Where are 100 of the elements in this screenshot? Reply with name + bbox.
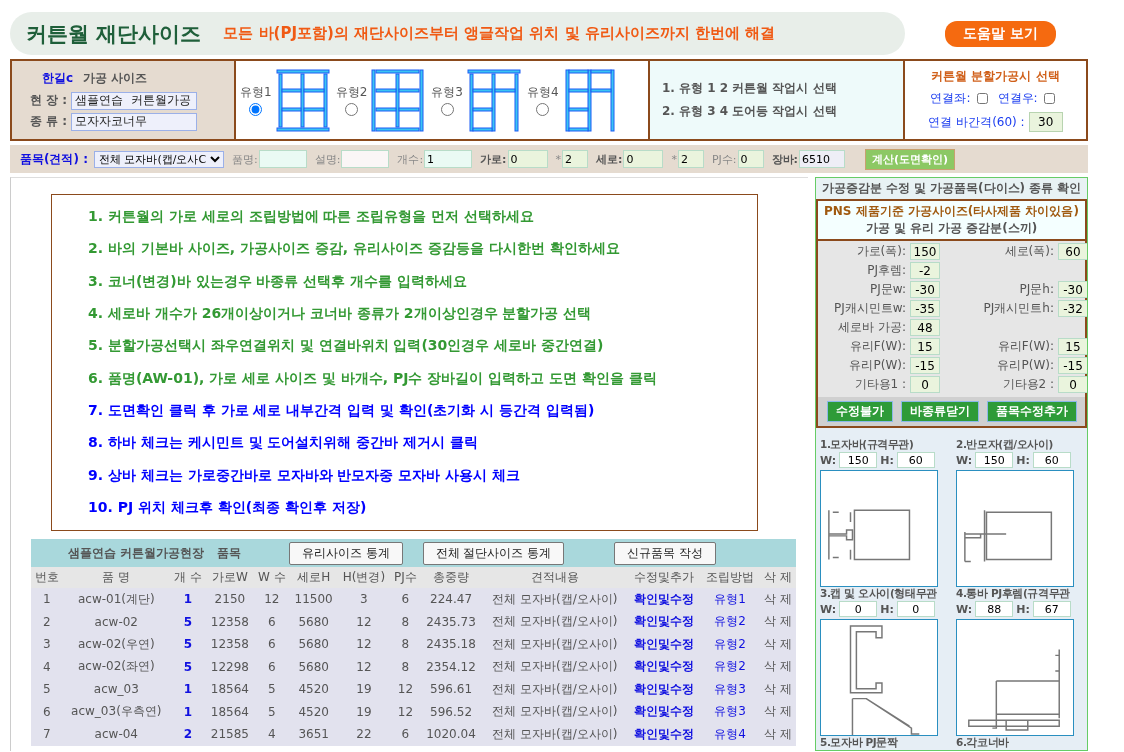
number-field[interactable]: 60 <box>896 452 935 468</box>
number-field[interactable]: 150 <box>839 452 878 468</box>
edit-link[interactable]: 확인및수정 <box>628 588 701 611</box>
number-field[interactable]: -30 <box>1058 281 1087 298</box>
column-header: 견적내용 <box>481 567 629 588</box>
number-field[interactable]: -15 <box>1058 357 1087 374</box>
radio-button[interactable] <box>440 103 454 116</box>
delete-link[interactable]: 삭 제 <box>759 633 796 656</box>
edit-link[interactable]: 확인및수정 <box>628 655 701 678</box>
text-field[interactable]: 0 <box>623 150 664 168</box>
type-link[interactable]: 유형1 <box>700 588 760 611</box>
number-field[interactable]: 150 <box>910 243 940 260</box>
section-heading: 가공 사이즈 <box>83 69 148 87</box>
field-label: 현 장 : <box>30 92 68 109</box>
number-field[interactable]: 0 <box>896 601 935 617</box>
table-cell: 1 <box>31 588 63 611</box>
type-label: 유형3 <box>431 84 463 101</box>
number-field[interactable]: 60 <box>1058 243 1087 260</box>
number-field[interactable]: -32 <box>1058 300 1087 317</box>
column-header: H(변경) <box>337 567 391 588</box>
number-field[interactable]: 0 <box>910 376 940 393</box>
box-title: 가공 및 유리 가공 증감분(스끼) <box>865 220 1038 237</box>
edit-link[interactable]: 확인및수정 <box>628 700 701 723</box>
checkbox[interactable] <box>1043 93 1055 104</box>
field-label: H: <box>880 453 894 467</box>
number-field[interactable]: -15 <box>910 357 940 374</box>
type-link[interactable]: 유형2 <box>700 633 760 656</box>
edit-link[interactable]: 확인및수정 <box>628 633 701 656</box>
table-title: 샘플연습 커튼월가공현장 품목 <box>68 544 241 562</box>
edit-link[interactable]: 확인및수정 <box>628 678 701 701</box>
number-field[interactable]: 48 <box>910 319 940 336</box>
delete-link[interactable]: 삭 제 <box>759 678 796 701</box>
table-cell: 12358 <box>205 633 254 656</box>
field-label: 유리F(W): <box>848 338 906 355</box>
table-cell: 22 <box>337 723 391 746</box>
action-button[interactable]: 바종류닫기 <box>900 401 979 422</box>
table-cell: 19 <box>337 678 391 701</box>
section-heading: 커튼월 분할가공시 선택 <box>931 68 1060 85</box>
number-field[interactable]: -2 <box>910 262 940 279</box>
delete-link[interactable]: 삭 제 <box>759 723 796 746</box>
text-field[interactable]: 모자자코너무 <box>71 112 198 131</box>
field-label: 기타용1 : <box>853 376 906 393</box>
text-field[interactable]: 2 <box>562 150 588 168</box>
edit-link[interactable]: 확인및수정 <box>628 723 701 746</box>
table-button[interactable]: 전체 절단사이즈 통계 <box>422 541 565 565</box>
table-button[interactable]: 유리사이즈 통계 <box>288 541 403 565</box>
table-cell: 6 <box>390 588 421 611</box>
text-field[interactable]: 0 <box>507 150 548 168</box>
field-label: 종 류 : <box>30 113 68 130</box>
instruction-text: 3. 코너(변경)바 있는경우 바종류 선택후 개수를 입력하세요 <box>88 272 469 291</box>
type-label: 유형2 <box>335 84 368 101</box>
number-field[interactable]: 0 <box>1058 376 1087 393</box>
action-button[interactable]: 수정불가 <box>826 401 893 422</box>
field-label: W: <box>956 602 973 616</box>
field-label: 장바: <box>771 151 798 167</box>
number-field[interactable]: 15 <box>910 338 940 355</box>
item-dropdown[interactable]: 전체 모자바(캡/오사C <box>93 150 224 168</box>
text-field[interactable]: 1 <box>424 150 473 168</box>
number-field[interactable]: 150 <box>975 452 1014 468</box>
text-field[interactable]: 샘플연습 커튼월가공 <box>71 91 198 110</box>
text-field[interactable] <box>258 150 307 168</box>
radio-button[interactable] <box>536 103 550 116</box>
radio-button[interactable] <box>249 103 263 116</box>
radio-button[interactable] <box>344 103 358 116</box>
table-cell: acw-01(계단) <box>62 588 170 611</box>
number-field[interactable]: 88 <box>975 601 1014 617</box>
field-label: H: <box>1016 453 1030 467</box>
text-field[interactable] <box>341 150 390 168</box>
edit-link[interactable]: 확인및수정 <box>628 610 701 633</box>
field-label: 가로: <box>480 151 507 167</box>
number-field[interactable]: 60 <box>1032 452 1071 468</box>
delete-link[interactable]: 삭 제 <box>759 588 796 611</box>
field-label: 설명: <box>314 151 341 167</box>
number-field[interactable]: 67 <box>1032 601 1071 617</box>
field-label: PJ후렘: <box>866 262 906 279</box>
text-field[interactable]: 2 <box>677 150 704 168</box>
profile-title: 1.모자바(규격무관) <box>820 438 914 452</box>
number-field[interactable]: 15 <box>1058 338 1087 355</box>
number-field[interactable]: -30 <box>910 281 940 298</box>
brand-label: 한길c <box>42 69 74 87</box>
table-cell: 12 <box>253 588 290 611</box>
table-cell: 2150 <box>205 588 254 611</box>
note-text: 1. 유형 1 2 커튼월 작업시 선택 <box>662 80 838 97</box>
field-label: PJ문w: <box>869 281 906 298</box>
instruction-text: 5. 분할가공선택시 좌우연결위치 및 연결바위치 입력(30인경우 세로바 중간연결) <box>88 337 605 356</box>
instruction-text: 1. 커튼월의 가로 세로의 조립방법에 따른 조립유형을 먼저 선택하세요 <box>88 208 536 227</box>
text-field[interactable]: 0 <box>737 150 764 168</box>
field-label: 세로(폭): <box>1003 243 1054 260</box>
type-link[interactable]: 유형3 <box>700 678 760 701</box>
action-button[interactable]: 품목수정추가 <box>986 401 1077 422</box>
number-field[interactable]: 30 <box>1028 112 1063 132</box>
instruction-text: 9. 상바 체크는 가로중간바로 모자바와 반모자중 모자바 사용시 체크 <box>88 466 522 485</box>
checkbox[interactable] <box>976 93 988 104</box>
number-field[interactable]: 0 <box>839 601 878 617</box>
type-link[interactable]: 유형4 <box>700 723 760 746</box>
table-button[interactable]: 신규품목 작성 <box>614 541 716 565</box>
number-field[interactable]: -35 <box>910 300 940 317</box>
field-label: 개수: <box>397 151 424 167</box>
table-cell: 5 <box>253 678 290 701</box>
text-field[interactable]: 6510 <box>798 150 845 168</box>
